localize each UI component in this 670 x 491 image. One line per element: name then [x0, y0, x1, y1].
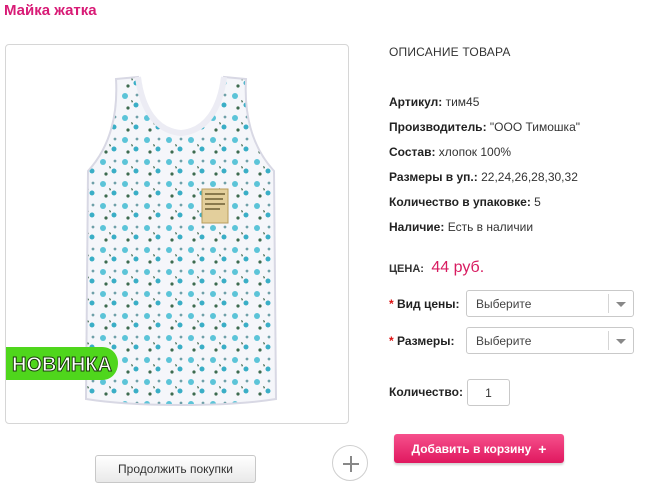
continue-shopping-button[interactable]: Продолжить покупки: [95, 455, 256, 483]
attr-availability-label: Наличие:: [389, 220, 445, 234]
add-to-cart-label: Добавить в корзину: [411, 441, 532, 456]
new-badge-text: НОВИНКА: [12, 354, 112, 376]
price-type-select[interactable]: Выберите: [466, 290, 634, 317]
attr-sizes-in-pack: Размеры в уп.: 22,24,26,28,30,32: [389, 170, 578, 184]
attr-sizes-in-pack-value: 22,24,26,28,30,32: [481, 170, 578, 184]
product-image-frame: НОВИНКА: [5, 44, 368, 481]
chevron-down-icon: [616, 302, 626, 307]
attr-availability-value: Есть в наличии: [447, 220, 534, 234]
price-type-selected: Выберите: [476, 297, 532, 311]
description-heading: ОПИСАНИЕ ТОВАРА: [389, 45, 511, 59]
add-to-cart-button[interactable]: Добавить в корзину +: [394, 434, 564, 463]
attr-article: Артикул: тим45: [389, 95, 479, 109]
price-label: ЦЕНА:: [389, 263, 424, 275]
attr-pack-quantity-label: Количество в упаковке:: [389, 195, 531, 209]
quantity-input[interactable]: 1: [467, 379, 510, 406]
sizes-label: * Размеры:: [389, 334, 454, 348]
price-type-label-text: Вид цены:: [397, 297, 460, 311]
select-divider: [608, 331, 609, 350]
attr-article-label: Артикул:: [389, 95, 443, 109]
plus-icon: +: [538, 440, 547, 457]
plus-icon: [343, 456, 359, 472]
attr-manufacturer-label: Производитель:: [389, 120, 487, 134]
attr-pack-quantity: Количество в упаковке: 5: [389, 195, 541, 209]
quantity-label: Количество:: [389, 385, 463, 399]
attr-manufacturer: Производитель: "ООО Тимошка": [389, 120, 580, 134]
price-value: 44 руб.: [431, 259, 485, 276]
attr-manufacturer-value: "ООО Тимошка": [489, 120, 581, 134]
attr-availability: Наличие: Есть в наличии: [389, 220, 533, 234]
sizes-select[interactable]: Выберите: [466, 327, 634, 354]
price-type-label: * Вид цены:: [389, 297, 460, 311]
chevron-down-icon: [616, 339, 626, 344]
new-badge: НОВИНКА: [6, 347, 118, 380]
attr-composition: Состав: хлопок 100%: [389, 145, 511, 159]
attr-pack-quantity-value: 5: [534, 195, 541, 209]
attr-composition-label: Состав:: [389, 145, 436, 159]
required-mark: *: [389, 334, 394, 348]
sizes-label-text: Размеры:: [397, 334, 455, 348]
required-mark: *: [389, 297, 394, 311]
price-row: ЦЕНА: 44 руб.: [389, 259, 484, 277]
attr-sizes-in-pack-label: Размеры в уп.:: [389, 170, 478, 184]
zoom-button[interactable]: [332, 445, 368, 481]
sizes-selected: Выберите: [476, 334, 532, 348]
attr-article-value: тим45: [445, 95, 480, 109]
attr-composition-value: хлопок 100%: [438, 145, 512, 159]
select-divider: [608, 294, 609, 313]
product-title: Майка жатка: [4, 2, 97, 19]
